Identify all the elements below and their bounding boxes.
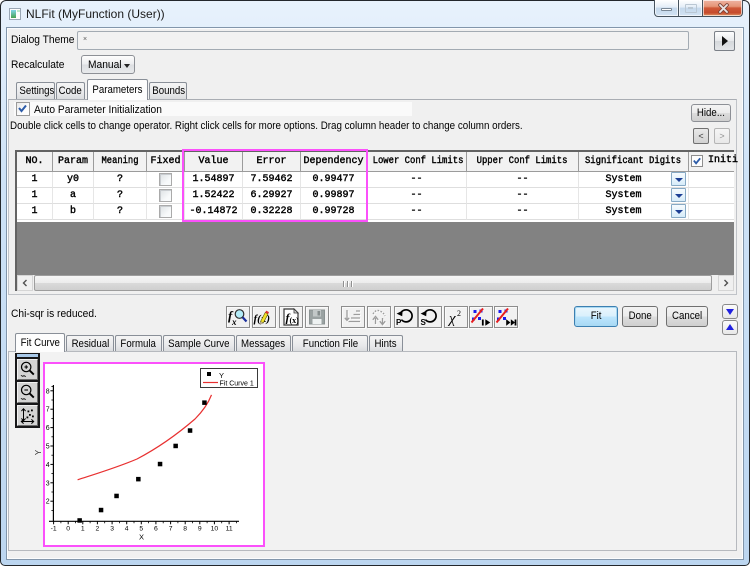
svg-text:3: 3 [110,526,114,533]
svg-text:6: 6 [46,425,50,432]
svg-text:Fit Curve 1: Fit Curve 1 [220,381,254,388]
svg-text:8: 8 [46,388,50,395]
svg-text:Y: Y [219,371,224,380]
svg-text:4: 4 [46,462,50,469]
svg-text:1: 1 [81,526,85,533]
svg-text:0: 0 [66,526,70,533]
svg-text:2: 2 [96,526,100,533]
svg-text:11: 11 [226,526,233,533]
svg-text:8: 8 [183,526,187,533]
svg-text:(x): (x) [290,316,300,325]
svg-text:2: 2 [46,499,50,506]
svg-text:7: 7 [46,407,50,414]
svg-text:2: 2 [457,309,461,318]
svg-text:P: P [396,318,402,327]
svg-text:10: 10 [211,526,219,533]
svg-text:x: x [231,317,237,327]
svg-text:6: 6 [154,526,158,533]
svg-text:7: 7 [169,526,173,533]
svg-text:9: 9 [198,526,202,533]
svg-text:5: 5 [46,444,50,451]
svg-text:χ: χ [447,311,456,327]
svg-text:4: 4 [125,526,129,533]
svg-text:X: X [139,533,144,542]
svg-text:3: 3 [46,480,50,487]
svg-text:S: S [421,318,427,327]
svg-text:5: 5 [139,526,143,533]
svg-text:-1: -1 [51,526,57,533]
